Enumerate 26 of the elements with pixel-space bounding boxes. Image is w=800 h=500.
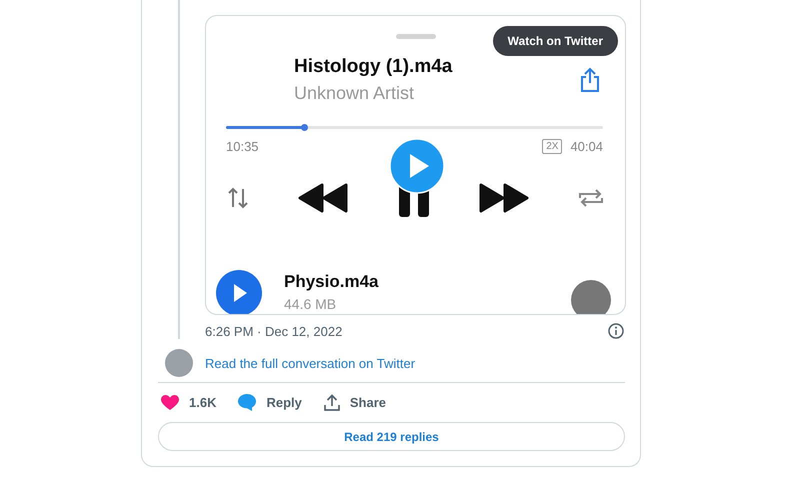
tweet-timestamp[interactable]: 6:26 PM · Dec 12, 2022	[205, 324, 342, 338]
speed-badge[interactable]: 2X	[542, 139, 562, 154]
video-player[interactable]: Watch on Twitter Histology (1).m4a Unknown Artist 10:35 2X 40:04 Physio.m4a 44.6 MB	[205, 15, 626, 315]
avatar[interactable]	[165, 349, 193, 377]
full-conversation-link[interactable]: Read the full conversation on Twitter	[205, 356, 626, 377]
next-track-size: 44.6 MB	[284, 296, 338, 312]
sort-arrows-icon[interactable]	[226, 186, 250, 210]
fast-forward-icon[interactable]	[478, 183, 529, 213]
track-artist: Unknown Artist	[294, 83, 416, 104]
heart-icon[interactable]	[161, 394, 179, 410]
info-icon[interactable]	[608, 323, 624, 339]
next-track-title: Physio.m4a	[284, 272, 380, 292]
drag-handle	[396, 34, 436, 39]
speech-bubble-icon[interactable]	[238, 394, 256, 411]
action-label[interactable]: 1.6K	[189, 395, 216, 410]
watch-on-twitter-button[interactable]: Watch on Twitter	[492, 26, 618, 56]
elapsed-time: 10:35	[226, 139, 259, 154]
share-icon[interactable]	[579, 67, 601, 93]
action-label[interactable]: Share	[350, 395, 386, 410]
duration-time: 40:04	[570, 139, 603, 154]
track-title: Histology (1).m4a	[294, 56, 452, 78]
action-label[interactable]: Reply	[266, 395, 302, 410]
share-icon[interactable]	[324, 394, 340, 411]
read-replies-button[interactable]: Read 219 replies	[158, 422, 625, 451]
rewind-icon[interactable]	[298, 183, 348, 213]
play-icon[interactable]	[216, 270, 262, 314]
